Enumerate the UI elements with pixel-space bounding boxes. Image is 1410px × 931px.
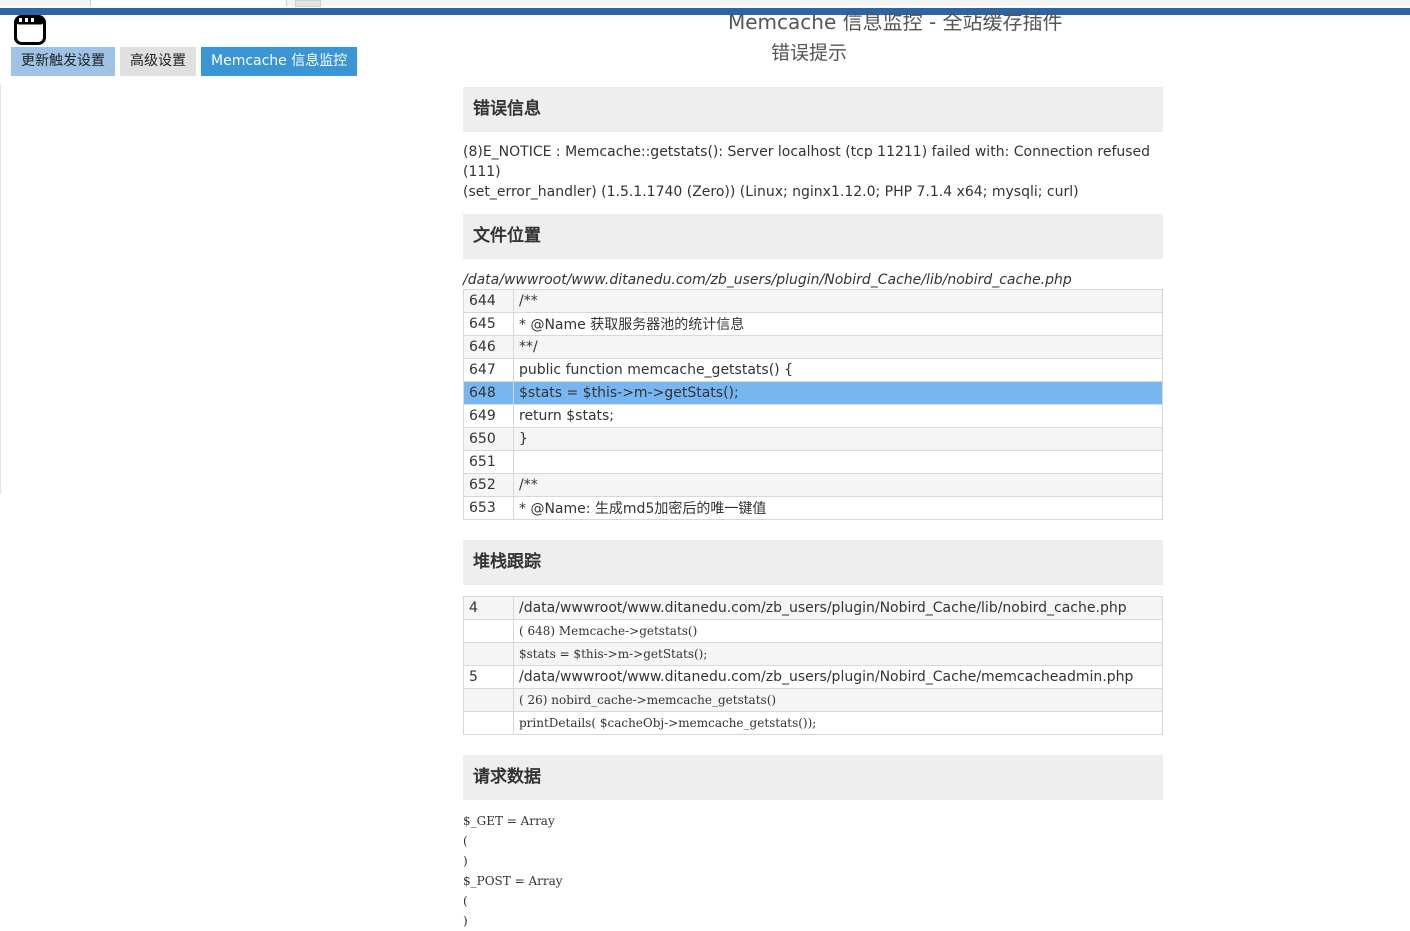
error-info-heading: 错误信息 [463,87,1163,132]
new-tab-button[interactable] [295,0,321,7]
line-code: /** [513,289,1163,313]
line-code: return $stats; [513,404,1163,428]
stack-trace-table: 4 /data/wwwroot/www.ditanedu.com/zb_user… [463,596,1163,735]
stack-trace-heading: 堆栈跟踪 [463,540,1163,585]
table-row: $stats = $this->m->getStats(); [463,642,1163,666]
tab-advanced-settings[interactable]: 高级设置 [120,47,196,76]
trace-call: ( 26) nobird_cache->memcache_getstats() [513,688,1163,712]
code-line: 650} [463,427,1163,451]
table-row: ( 648) Memcache->getstats() [463,619,1163,643]
trace-index: 5 [463,665,514,689]
tab-memcache-monitor[interactable]: Memcache 信息监控 [201,47,358,76]
line-code: * @Name 获取服务器池的统计信息 [513,312,1163,336]
line-number: 645 [463,312,514,336]
request-data-dump: $_GET = Array ( ) $_POST = Array ( ) [463,814,563,928]
table-row: 5 /data/wwwroot/www.ditanedu.com/zb_user… [463,665,1163,689]
left-divider [0,84,1,494]
trace-index [463,711,514,735]
line-code: } [513,427,1163,451]
file-location-heading: 文件位置 [463,214,1163,259]
trace-index [463,688,514,712]
line-code: **/ [513,335,1163,359]
line-number: 651 [463,450,514,474]
trace-index: 4 [463,596,514,620]
code-line: 649 return $stats; [463,404,1163,428]
error-handler-line: (set_error_handler) (1.5.1.1740 (Zero)) … [463,184,1079,200]
window-icon [14,15,46,45]
trace-source: $stats = $this->m->getStats(); [513,642,1163,666]
line-code: public function memcache_getstats() { [513,358,1163,382]
error-message: (8)E_NOTICE : Memcache::getstats(): Serv… [463,132,1163,202]
admin-top-bar [0,8,1410,15]
line-number: 647 [463,358,514,382]
trace-index [463,642,514,666]
page-title: Memcache 信息监控 - 全站缓存插件 [728,10,1063,34]
line-code [513,450,1163,474]
code-line: 645 * @Name 获取服务器池的统计信息 [463,312,1163,336]
page-subtitle: 错误提示 [771,42,848,64]
code-line: 653 * @Name: 生成md5加密后的唯一键值 [463,496,1163,520]
line-number: 653 [463,496,514,520]
trace-index [463,619,514,643]
trace-source: printDetails( $cacheObj->memcache_getsta… [513,711,1163,735]
request-data-heading: 请求数据 [463,755,1163,800]
code-line: 644/** [463,289,1163,313]
line-code: $stats = $this->m->getStats(); [513,381,1163,405]
table-row: 4 /data/wwwroot/www.ditanedu.com/zb_user… [463,596,1163,620]
code-line: 652/** [463,473,1163,497]
trace-file: /data/wwwroot/www.ditanedu.com/zb_users/… [513,596,1163,620]
error-message-line: (8)E_NOTICE : Memcache::getstats(): Serv… [463,144,1151,180]
line-number: 652 [463,473,514,497]
error-report: 错误信息 (8)E_NOTICE : Memcache::getstats():… [463,87,1163,931]
table-row: printDetails( $cacheObj->memcache_getsta… [463,711,1163,735]
line-number: 648 [463,381,514,405]
line-number: 650 [463,427,514,451]
line-number: 646 [463,335,514,359]
line-code: * @Name: 生成md5加密后的唯一键值 [513,496,1163,520]
line-code: /** [513,473,1163,497]
trace-call: ( 648) Memcache->getstats() [513,619,1163,643]
code-line: 651 [463,450,1163,474]
line-number: 649 [463,404,514,428]
trace-file: /data/wwwroot/www.ditanedu.com/zb_users/… [513,665,1163,689]
browser-tab[interactable] [90,0,287,6]
table-row: ( 26) nobird_cache->memcache_getstats() [463,688,1163,712]
file-path: /data/wwwroot/www.ditanedu.com/zb_users/… [463,272,1072,288]
tab-update-trigger-settings[interactable]: 更新触发设置 [11,47,115,76]
code-line: 647 public function memcache_getstats() { [463,358,1163,382]
code-line: 646 **/ [463,335,1163,359]
line-number: 644 [463,289,514,313]
code-line: 648 $stats = $this->m->getStats(); [463,381,1163,405]
source-code-table: 644/** 645 * @Name 获取服务器池的统计信息 646 **/647 pub… [463,289,1163,520]
settings-tabs: 更新触发设置 高级设置 Memcache 信息监控 [11,47,358,76]
